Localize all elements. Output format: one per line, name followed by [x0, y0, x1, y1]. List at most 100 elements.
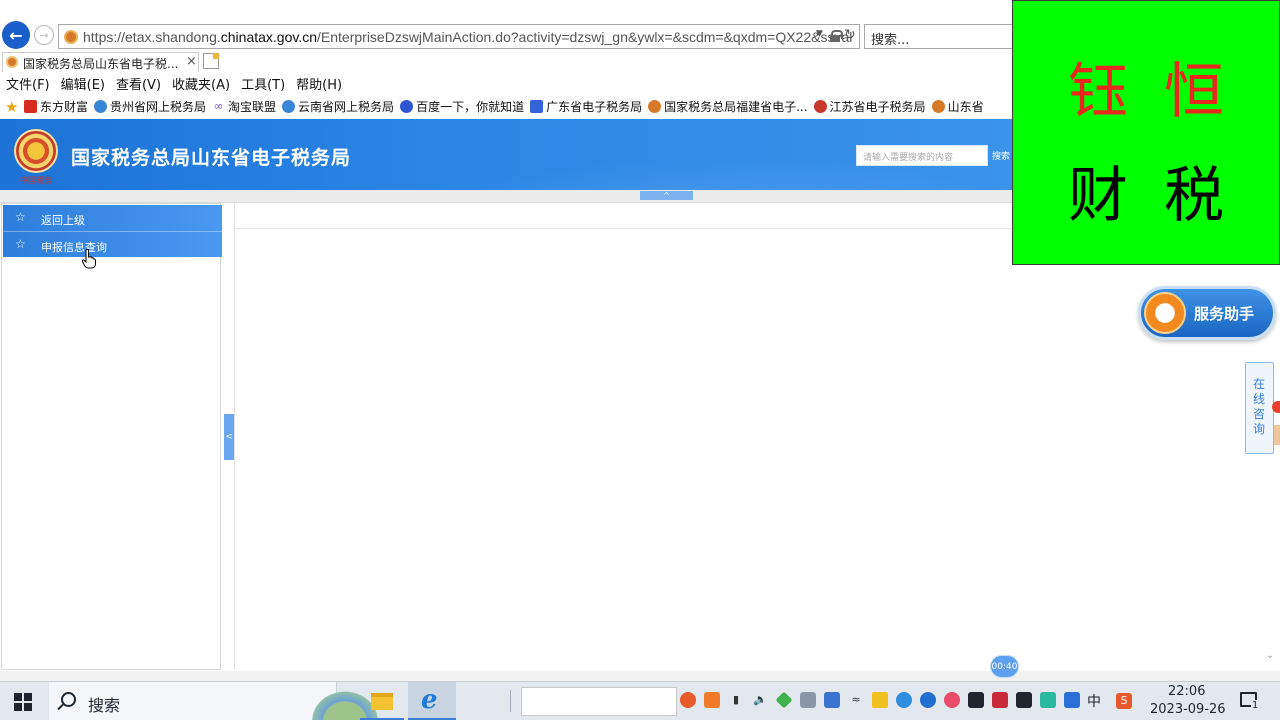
favorite-eastmoney[interactable]: 东方财富: [24, 98, 88, 115]
tray-app-icon[interactable]: [680, 692, 696, 708]
taskbar-search-box[interactable]: 搜索: [49, 682, 383, 720]
favorite-label: 东方财富: [40, 100, 89, 114]
tray-app-icon[interactable]: [704, 692, 720, 708]
browser-menu-bar: 文件(F) 编辑(E) 查看(V) 收藏夹(A) 工具(T) 帮助(H): [0, 74, 1012, 94]
favorite-label: 百度一下，你就知道: [416, 100, 525, 114]
baidu-paw-icon: [400, 100, 414, 113]
menu-item-declaration-query[interactable]: ☆ 申报信息查询: [3, 231, 222, 257]
online-consult-label: 在线咨询: [1253, 377, 1266, 436]
menu-file[interactable]: 文件(F): [6, 74, 50, 94]
menu-item-go-back[interactable]: ☆ 返回上级: [3, 205, 222, 231]
tab-title: 国家税务总局山东省电子税...: [23, 57, 179, 71]
tray-app-icon[interactable]: [1040, 692, 1056, 708]
menu-view[interactable]: 查看(V): [116, 74, 161, 94]
refresh-icon[interactable]: ↻: [844, 27, 856, 43]
address-bar[interactable]: https://etax.shandong.chinatax.gov.cn/En…: [58, 24, 860, 49]
site-search-input[interactable]: 请输入需要搜索的内容: [856, 145, 988, 166]
clock-time[interactable]: 22:06: [1168, 684, 1205, 699]
favorite-guangdong-tax[interactable]: 广东省电子税务局: [530, 98, 642, 115]
search-icon: [61, 692, 76, 707]
favorite-fujian-tax[interactable]: 国家税务总局福建省电子...: [648, 98, 808, 115]
site-header: 中国税务 国家税务总局山东省电子税务局 请输入需要搜索的内容 搜索: [0, 119, 1012, 190]
browser-tab-active[interactable]: 国家税务总局山东省电子税... ×: [2, 52, 199, 72]
star-icon: ☆: [15, 237, 26, 251]
horizontal-scrollbar[interactable]: [0, 671, 1280, 681]
url-domain: chinatax.gov.cn: [220, 29, 318, 45]
file-explorer-icon[interactable]: [360, 682, 404, 720]
tray-app-icon[interactable]: [1016, 692, 1032, 708]
tax-emblem-logo: [14, 129, 58, 173]
clock-date[interactable]: 2023-09-26: [1150, 702, 1226, 717]
notification-count: 1: [1251, 700, 1260, 711]
tax-emblem-icon: [931, 100, 945, 113]
menu-edit[interactable]: 编辑(E): [61, 74, 105, 94]
lock-icon[interactable]: [830, 30, 843, 42]
collapse-sidebar-button[interactable]: <: [224, 414, 234, 460]
eastmoney-icon: [24, 100, 37, 113]
favorite-shandong-tax[interactable]: 山东省: [931, 98, 984, 115]
tax-emblem-icon: [648, 100, 662, 113]
favorites-star-icon[interactable]: ★: [5, 98, 18, 116]
menu-favorites[interactable]: 收藏夹(A): [172, 74, 230, 94]
windows-taskbar: 搜索 e ▮ 🔈 ≈ 中 S 22:06 2023-09-26 1: [0, 681, 1280, 720]
browser-search-placeholder: 搜索...: [871, 33, 910, 48]
lock-icon[interactable]: [872, 692, 888, 708]
menu-help[interactable]: 帮助(H): [296, 74, 342, 94]
favorites-list: 东方财富 贵州省网上税务局 ∞ 淘宝联盟 云南省网上税务局 百度一下，你就知道 广…: [24, 98, 990, 115]
brand-line-1: 钰恒: [1068, 57, 1260, 127]
sogou-input-icon[interactable]: S: [1116, 693, 1132, 709]
internet-explorer-icon[interactable]: e: [408, 682, 456, 720]
system-tray: ▮ 🔈 ≈: [680, 691, 1088, 709]
header-divider: [0, 190, 1012, 203]
tax-emblem-icon: [813, 100, 827, 113]
shield-icon[interactable]: [1064, 692, 1080, 708]
favorites-bar: ★ 东方财富 贵州省网上税务局 ∞ 淘宝联盟 云南省网上税务局 百度一下，你就知道…: [0, 96, 1012, 116]
tray-app-icon[interactable]: [775, 691, 793, 709]
forward-arrow-icon[interactable]: →: [34, 25, 54, 45]
tray-app-icon[interactable]: [896, 692, 912, 708]
brand-watermark-box: 钰恒 财税: [1012, 0, 1280, 265]
service-assistant-button[interactable]: 服务助手: [1138, 286, 1276, 340]
url-path: /EnterpriseDzswjMainAction.do?activity=d…: [317, 29, 853, 45]
star-icon: ☆: [15, 210, 26, 224]
favorite-label: 云南省网上税务局: [298, 100, 395, 114]
taobao-union-icon: ∞: [213, 99, 224, 113]
bluetooth-icon[interactable]: [920, 692, 936, 708]
site-search-button[interactable]: 搜索: [992, 149, 1010, 162]
collapse-header-button[interactable]: ^: [640, 191, 693, 200]
tray-app-icon[interactable]: [992, 692, 1008, 708]
url-text[interactable]: https://etax.shandong.chinatax.gov.cn/En…: [83, 29, 852, 45]
favorite-baidu[interactable]: 百度一下，你就知道: [400, 98, 524, 115]
tray-app-icon[interactable]: [944, 692, 960, 708]
site-favicon-icon: [64, 30, 78, 44]
volume-icon[interactable]: 🔈: [752, 692, 768, 708]
favorite-jiangsu-tax[interactable]: 江苏省电子税务局: [813, 98, 926, 115]
menu-tools[interactable]: 工具(T): [241, 74, 285, 94]
menu-item-label: 返回上级: [41, 214, 85, 227]
taskbar-input-field[interactable]: [521, 687, 677, 716]
browser-nav-bar: ← → https://etax.shandong.chinatax.gov.c…: [0, 21, 1012, 50]
back-arrow-icon[interactable]: ←: [2, 21, 30, 49]
wifi-icon[interactable]: ≈: [848, 692, 864, 708]
microphone-icon[interactable]: ▮: [728, 692, 744, 708]
favorite-yunnan-tax[interactable]: 云南省网上税务局: [282, 98, 394, 115]
main-content-frame: [234, 203, 1024, 670]
scroll-down-chevron-icon[interactable]: ⌄: [1266, 650, 1274, 661]
close-icon[interactable]: ×: [186, 54, 197, 69]
taskbar-separator: [510, 690, 511, 712]
tray-app-icon[interactable]: [824, 692, 840, 708]
tray-app-icon[interactable]: [800, 692, 816, 708]
shield-icon[interactable]: [968, 692, 984, 708]
windows-start-icon[interactable]: [14, 693, 32, 711]
emblem-caption: 中国税务: [20, 176, 52, 185]
favorite-taobao-union[interactable]: ∞ 淘宝联盟: [212, 98, 277, 115]
input-method-indicator[interactable]: 中: [1087, 691, 1101, 711]
favorite-guizhou-tax[interactable]: 贵州省网上税务局: [94, 98, 206, 115]
chevron-down-icon[interactable]: ▼: [816, 29, 823, 39]
new-tab-icon[interactable]: [203, 53, 219, 69]
site-search-placeholder: 请输入需要搜索的内容: [863, 153, 954, 163]
service-assistant-icon: [1144, 292, 1186, 334]
browser-search-input[interactable]: 搜索...: [864, 24, 1012, 49]
favorite-label: 山东省: [947, 100, 984, 114]
brand-line-2: 财税: [1068, 161, 1260, 231]
